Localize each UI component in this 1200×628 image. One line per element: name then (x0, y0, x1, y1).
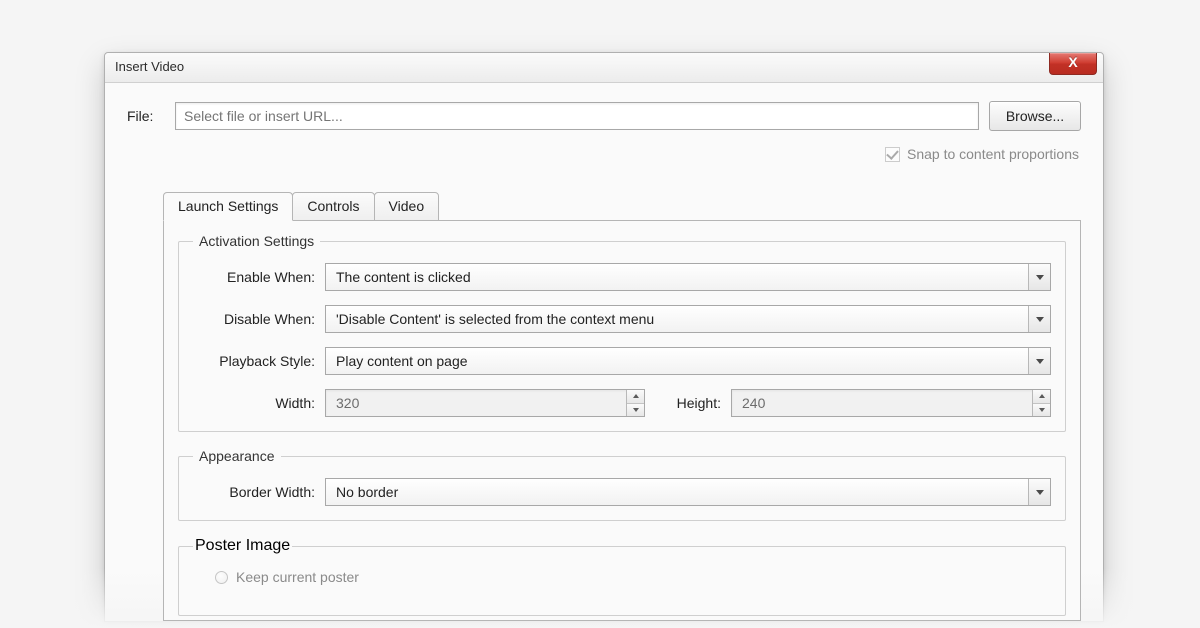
height-spinner (1032, 390, 1050, 416)
keep-current-poster-radio[interactable] (215, 571, 228, 584)
snap-row: Snap to content proportions (127, 141, 1081, 167)
appearance-legend: Appearance (193, 448, 281, 464)
height-label: Height: (659, 395, 731, 411)
border-width-select[interactable]: No border (325, 478, 1051, 506)
poster-legend: Poster Image (193, 537, 292, 555)
height-down-button[interactable] (1033, 404, 1050, 417)
close-button[interactable]: X (1049, 53, 1097, 75)
playback-style-row: Playback Style: Play content on page (193, 347, 1051, 375)
border-width-value: No border (336, 484, 398, 500)
enable-when-label: Enable When: (193, 269, 325, 285)
width-spinner (626, 390, 644, 416)
playback-style-value: Play content on page (336, 353, 468, 369)
appearance-group: Appearance Border Width: No border (178, 448, 1066, 521)
enable-when-select[interactable]: The content is clicked (325, 263, 1051, 291)
file-label: File: (127, 108, 165, 124)
enable-when-row: Enable When: The content is clicked (193, 263, 1051, 291)
width-height-row: Width: 320 Height: 240 (193, 389, 1051, 417)
playback-style-select[interactable]: Play content on page (325, 347, 1051, 375)
dialog-body: File: Browse... Snap to content proporti… (105, 83, 1103, 621)
file-input[interactable] (175, 102, 979, 130)
playback-style-label: Playback Style: (193, 353, 325, 369)
disable-when-label: Disable When: (193, 311, 325, 327)
chevron-down-icon (1028, 264, 1050, 290)
width-label: Width: (193, 395, 325, 411)
browse-button[interactable]: Browse... (989, 101, 1081, 131)
tab-controls[interactable]: Controls (292, 192, 374, 221)
height-stepper[interactable]: 240 (731, 389, 1051, 417)
border-width-label: Border Width: (193, 484, 325, 500)
disable-when-select[interactable]: 'Disable Content' is selected from the c… (325, 305, 1051, 333)
activation-settings-group: Activation Settings Enable When: The con… (178, 233, 1066, 432)
tabstrip: Launch Settings Controls Video (163, 191, 1081, 220)
tab-launch-settings[interactable]: Launch Settings (163, 192, 293, 221)
chevron-down-icon (633, 408, 639, 412)
disable-when-row: Disable When: 'Disable Content' is selec… (193, 305, 1051, 333)
enable-when-value: The content is clicked (336, 269, 471, 285)
width-stepper[interactable]: 320 (325, 389, 645, 417)
width-up-button[interactable] (627, 390, 644, 404)
keep-current-poster-row: Keep current poster (215, 569, 1051, 585)
height-up-button[interactable] (1033, 390, 1050, 404)
chevron-down-icon (1028, 306, 1050, 332)
chevron-up-icon (1039, 394, 1045, 398)
activation-legend: Activation Settings (193, 233, 320, 249)
titlebar[interactable]: Insert Video X (105, 53, 1103, 83)
width-value: 320 (336, 395, 359, 411)
dialog-title: Insert Video (115, 59, 184, 74)
file-row: File: Browse... (127, 101, 1081, 131)
height-value: 240 (742, 395, 765, 411)
disable-when-value: 'Disable Content' is selected from the c… (336, 311, 654, 327)
chevron-up-icon (633, 394, 639, 398)
border-width-row: Border Width: No border (193, 478, 1051, 506)
tab-panel-launch: Activation Settings Enable When: The con… (163, 220, 1081, 621)
close-icon: X (1068, 54, 1077, 70)
poster-image-group: Poster Image Keep current poster (178, 537, 1066, 616)
insert-video-dialog: Insert Video X File: Browse... Snap to c… (104, 52, 1104, 622)
chevron-down-icon (1028, 348, 1050, 374)
snap-label: Snap to content proportions (907, 146, 1079, 162)
keep-current-poster-label: Keep current poster (236, 569, 359, 585)
chevron-down-icon (1039, 408, 1045, 412)
width-down-button[interactable] (627, 404, 644, 417)
tab-video[interactable]: Video (374, 192, 440, 221)
tabs-container: Launch Settings Controls Video Activatio… (163, 191, 1081, 621)
snap-checkbox[interactable] (885, 147, 900, 162)
chevron-down-icon (1028, 479, 1050, 505)
